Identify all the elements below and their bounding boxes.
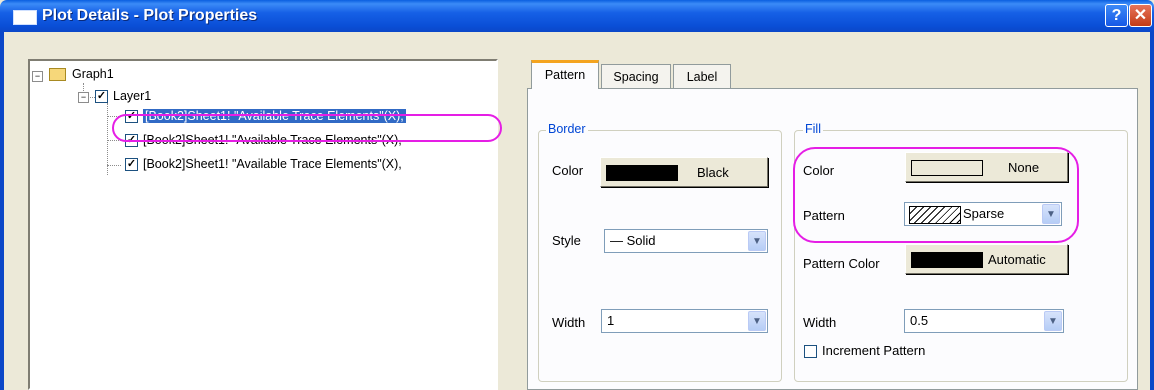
border-width-value: 1 [607,313,615,328]
border-style-value: — Solid [610,233,656,248]
plot-tree[interactable]: − Graph1 − ✓ Layer1 ✓ [Book2]Sheet1! "Avai… [28,59,498,390]
border-width-label: Width [552,315,586,330]
pattern-color-button[interactable]: Automatic [905,244,1068,274]
border-group-title: Border [546,122,588,136]
plot-3-checkbox[interactable]: ✓ [125,158,138,172]
title-bar: Plot Details - Plot Properties ? ✕ [0,0,1154,32]
border-width-dropdown[interactable]: 1 ▼ [601,309,768,333]
chevron-down-icon[interactable]: ▼ [748,231,766,251]
tree-connector [107,165,121,166]
fill-width-value: 0.5 [910,313,929,328]
fill-width-dropdown[interactable]: 0.5 ▼ [904,309,1064,333]
pattern-color-value: Automatic [988,252,1046,267]
layer1-checkbox[interactable]: ✓ [95,90,108,104]
chevron-down-icon[interactable]: ▼ [748,311,766,331]
border-style-dropdown[interactable]: — Solid ▼ [604,229,768,253]
window-icon [13,10,37,25]
increment-pattern-label: Increment Pattern [822,343,926,358]
pattern-color-swatch [911,252,983,268]
fill-width-label: Width [803,315,837,330]
folder-icon [49,68,66,82]
help-button[interactable]: ? [1105,4,1128,27]
border-color-button[interactable]: Black [600,157,768,187]
window-frame-left [0,32,4,390]
collapse-graph1-icon[interactable]: − [32,71,43,82]
tree-item-label: Layer1 [113,89,152,103]
border-color-label: Color [552,163,584,178]
collapse-layer1-icon[interactable]: − [78,92,89,103]
chevron-down-icon[interactable]: ▼ [1044,311,1062,331]
tree-item-label: [Book2]Sheet1! "Available Trace Elements… [143,157,402,171]
window-frame-right [1150,32,1154,390]
tab-spacing[interactable]: Spacing [601,64,671,88]
highlight-annotation-fill [793,147,1079,243]
tree-item-layer1[interactable]: ✓ Layer1 [95,88,151,105]
border-color-swatch [606,165,678,181]
border-color-value: Black [697,165,729,180]
tree-item-graph1[interactable]: Graph1 [49,66,114,83]
tree-item-label: Graph1 [72,67,114,81]
border-style-label: Style [552,233,581,248]
tab-label[interactable]: Label [673,64,731,88]
highlight-annotation-tree [112,114,502,142]
tab-pattern[interactable]: Pattern [531,60,599,89]
window-title: Plot Details - Plot Properties [42,7,258,24]
tree-item-plot-3[interactable]: ✓ [Book2]Sheet1! "Available Trace Element… [125,156,402,173]
fill-group-title: Fill [803,122,823,136]
close-button[interactable]: ✕ [1129,4,1152,27]
increment-pattern-checkbox[interactable] [804,345,817,358]
pattern-color-label: Pattern Color [803,256,880,271]
